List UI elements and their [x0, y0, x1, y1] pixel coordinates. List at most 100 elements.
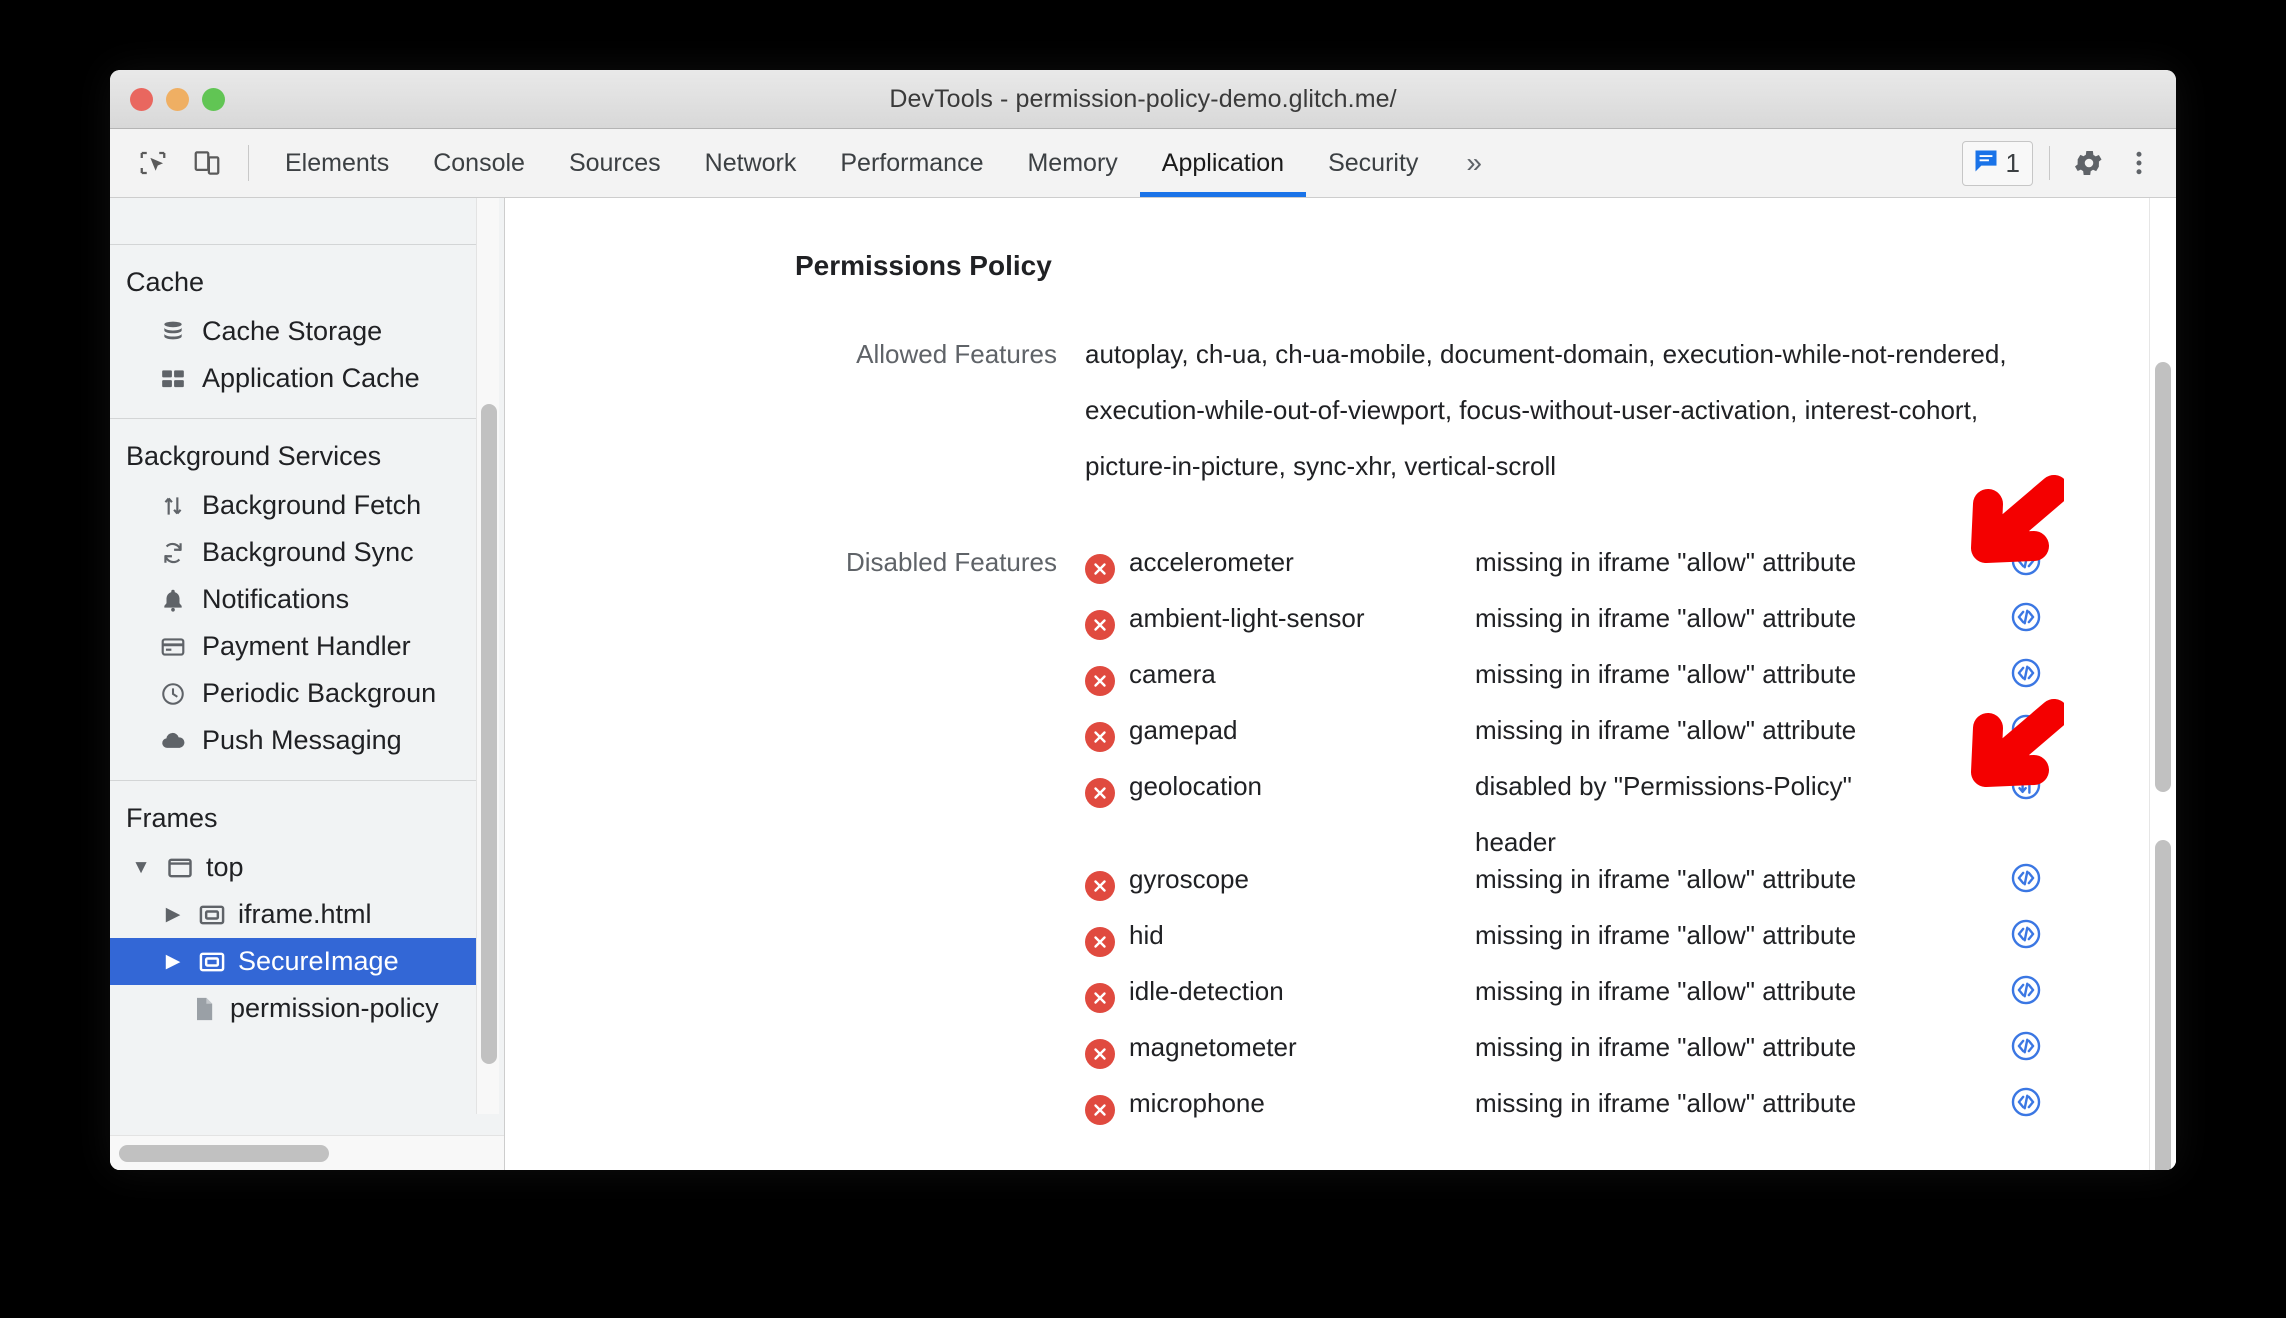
main-vertical-scrollbar[interactable] — [2149, 198, 2176, 1170]
feature-name-cell: microphone — [1085, 1075, 1475, 1131]
main-scroll-thumb-lower[interactable] — [2155, 840, 2171, 1170]
feature-action-cell[interactable] — [1975, 963, 2129, 1012]
feature-action-cell[interactable] — [1975, 534, 2129, 583]
error-circle-icon — [1085, 1038, 1115, 1069]
feature-name: gyroscope — [1129, 864, 1249, 894]
network-request-icon[interactable] — [2009, 768, 2043, 807]
feature-name: idle-detection — [1129, 976, 1284, 1006]
sidebar-item-background-sync[interactable]: Background Sync — [110, 529, 482, 576]
table-row[interactable]: microphone missing in iframe "allow" att… — [1085, 1075, 2176, 1131]
bell-icon — [158, 585, 188, 615]
sidebar-item-label: Background Fetch — [202, 490, 422, 520]
sidebar-item-periodic-background-sync[interactable]: Periodic Backgroun — [110, 670, 482, 717]
sidebar-vertical-scrollbar[interactable] — [476, 198, 499, 1114]
feature-action-cell[interactable] — [1975, 1019, 2129, 1068]
sidebar-item-notifications[interactable]: Notifications — [110, 576, 482, 623]
main-scroll-thumb-upper[interactable] — [2155, 362, 2171, 792]
table-row[interactable]: magnetometer missing in iframe "allow" a… — [1085, 1019, 2176, 1075]
code-circle-icon[interactable] — [2009, 544, 2043, 583]
table-row[interactable]: idle-detection missing in iframe "allow"… — [1085, 963, 2176, 1019]
tab-elements[interactable]: Elements — [263, 129, 411, 197]
code-circle-icon[interactable] — [2009, 1085, 2043, 1124]
message-count-button[interactable]: 1 — [1961, 140, 2033, 186]
inspect-element-icon[interactable] — [126, 129, 180, 197]
minimize-button[interactable] — [166, 87, 189, 111]
screenshot-root: DevTools - permission-policy-demo.glitch… — [0, 0, 2286, 1318]
sidebar-item-payment-handler[interactable]: Payment Handler — [110, 623, 482, 670]
feature-name-cell: gyroscope — [1085, 851, 1475, 907]
frame-tree-item-permission-policy[interactable]: permission-policy — [110, 985, 482, 1032]
frame-tree-label: iframe.html — [238, 899, 372, 929]
chevron-right-icon[interactable]: ▶ — [160, 950, 186, 973]
message-icon — [1972, 147, 2000, 180]
feature-name: camera — [1129, 659, 1216, 689]
code-circle-icon[interactable] — [2009, 1029, 2043, 1068]
frame-tree-label: SecureImage — [238, 946, 399, 976]
code-circle-icon[interactable] — [2009, 861, 2043, 900]
frame-tree-item-top[interactable]: ▼ top — [110, 844, 482, 891]
feature-action-cell[interactable] — [1975, 702, 2129, 751]
feature-reason: missing in iframe "allow" attribute — [1475, 1032, 1857, 1062]
table-row[interactable]: geolocation disabled by "Permissions-Pol… — [1085, 758, 2176, 857]
tab-performance[interactable]: Performance — [818, 129, 1005, 197]
tab-network[interactable]: Network — [683, 129, 819, 197]
code-circle-icon[interactable] — [2009, 712, 2043, 751]
feature-name: hid — [1129, 920, 1164, 950]
table-row[interactable]: camera missing in iframe "allow" attribu… — [1085, 646, 2176, 702]
feature-reason: missing in iframe "allow" attribute — [1475, 864, 1857, 894]
feature-action-cell[interactable] — [1975, 758, 2129, 807]
sidebar-item-cache-storage[interactable]: Cache Storage — [110, 308, 482, 355]
feature-name: microphone — [1129, 1088, 1265, 1118]
code-circle-icon[interactable] — [2009, 656, 2043, 695]
feature-reason: disabled by "Permissions-Policy" — [1475, 771, 1852, 801]
devtools-body: Cache Cache Storage Application Cache Ba… — [110, 198, 2176, 1170]
gear-icon[interactable] — [2066, 140, 2112, 186]
sidebar-horizontal-scrollbar[interactable] — [110, 1135, 504, 1170]
feature-action-cell[interactable] — [1975, 590, 2129, 639]
feature-reason: missing in iframe "allow" attribute — [1475, 715, 1857, 745]
sidebar-item-background-fetch[interactable]: Background Fetch — [110, 482, 482, 529]
feature-action-cell[interactable] — [1975, 907, 2129, 956]
feature-action-cell[interactable] — [1975, 646, 2129, 695]
chevron-right-icon[interactable]: ▶ — [160, 903, 186, 926]
table-row[interactable]: gyroscope missing in iframe "allow" attr… — [1085, 851, 2176, 907]
sidebar-item-application-cache[interactable]: Application Cache — [110, 355, 482, 402]
code-circle-icon[interactable] — [2009, 600, 2043, 639]
frame-tree-item-iframe-html[interactable]: ▶ iframe.html — [110, 891, 482, 938]
allowed-features-row: Allowed Features autoplay, ch-ua, ch-ua-… — [795, 326, 2176, 494]
sidebar-clipped-item[interactable] — [110, 198, 482, 245]
feature-action-cell[interactable] — [1975, 851, 2129, 900]
table-row[interactable]: hid missing in iframe "allow" attribute — [1085, 907, 2176, 963]
clock-icon — [158, 679, 188, 709]
tab-sources[interactable]: Sources — [547, 129, 683, 197]
sidebar-section-title: Cache — [126, 267, 205, 297]
feature-action-cell[interactable] — [1975, 1075, 2129, 1124]
sidebar-vertical-scroll-thumb[interactable] — [481, 404, 497, 1064]
tab-console[interactable]: Console — [411, 129, 547, 197]
tab-memory[interactable]: Memory — [1005, 129, 1139, 197]
code-circle-icon[interactable] — [2009, 917, 2043, 956]
device-toolbar-icon[interactable] — [180, 129, 234, 197]
error-circle-icon — [1085, 982, 1115, 1013]
error-circle-icon — [1085, 665, 1115, 696]
chevron-down-icon[interactable]: ▼ — [128, 857, 154, 879]
table-row[interactable]: gamepad missing in iframe "allow" attrib… — [1085, 702, 2176, 758]
frame-tree-item-secureimage[interactable]: ▶ SecureImage — [110, 938, 482, 985]
sidebar-item-push-messaging[interactable]: Push Messaging — [110, 717, 482, 764]
feature-name: accelerometer — [1129, 547, 1294, 577]
tab-application[interactable]: Application — [1139, 129, 1307, 197]
frame-icon — [164, 852, 196, 884]
sidebar-horizontal-scroll-thumb[interactable] — [119, 1145, 329, 1162]
zoom-button[interactable] — [202, 87, 225, 111]
close-button[interactable] — [130, 87, 153, 111]
window-controls[interactable] — [130, 70, 225, 128]
code-circle-icon[interactable] — [2009, 973, 2043, 1012]
table-row[interactable]: ambient-light-sensor missing in iframe "… — [1085, 590, 2176, 646]
more-tabs-button[interactable]: » — [1440, 129, 1508, 197]
sidebar-item-label: Periodic Backgroun — [202, 678, 437, 708]
feature-reason: missing in iframe "allow" attribute — [1475, 976, 1857, 1006]
table-row[interactable]: accelerometer missing in iframe "allow" … — [1085, 534, 2176, 590]
panel-tabs: Elements Console Sources Network Perform… — [263, 129, 1508, 197]
tab-security[interactable]: Security — [1306, 129, 1440, 197]
more-vertical-icon[interactable] — [2116, 140, 2162, 186]
